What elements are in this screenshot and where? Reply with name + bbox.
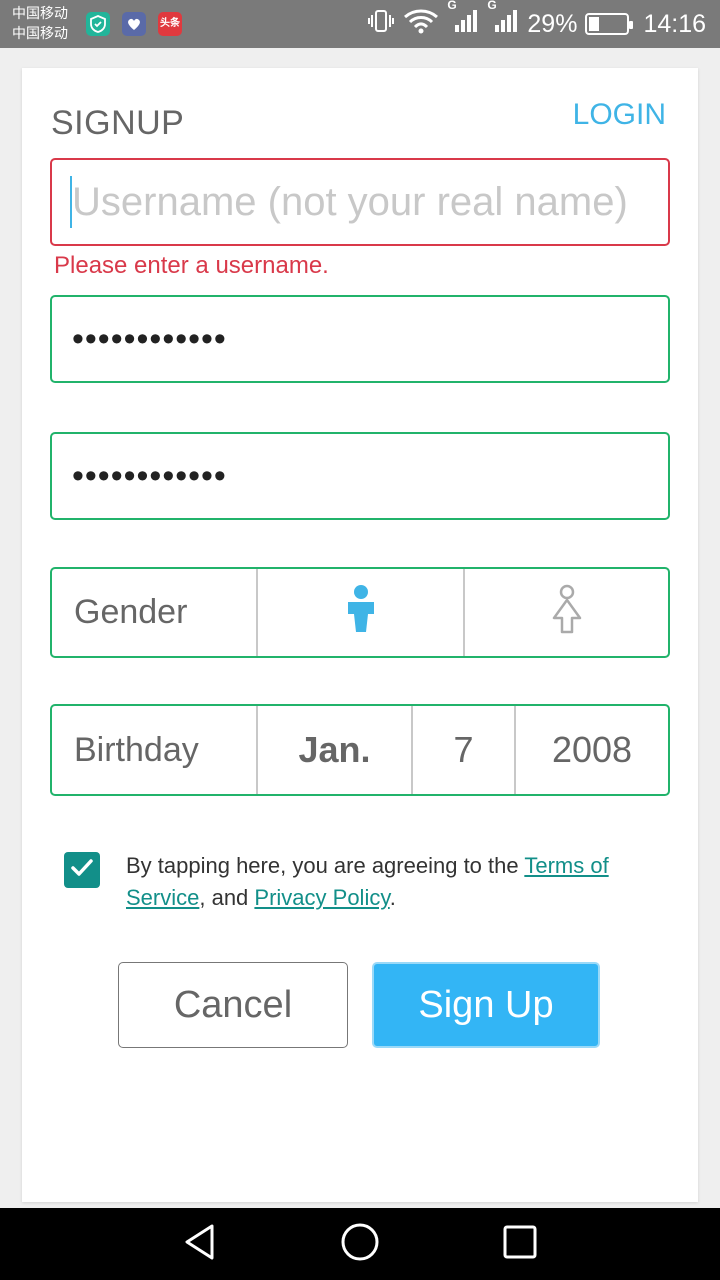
consent-text-middle: , and [199, 885, 255, 910]
carrier-name-1: 中国移动 [12, 6, 68, 22]
birthday-selector: Birthday Jan. 7 2008 [50, 704, 670, 796]
birthday-day[interactable]: 7 [413, 706, 516, 794]
home-button[interactable] [338, 1222, 382, 1266]
signal-label-2: G [487, 0, 497, 12]
username-error: Please enter a username. [54, 252, 329, 279]
birthday-year[interactable]: 2008 [516, 706, 668, 794]
home-icon [340, 1222, 380, 1267]
battery-percent: 29% [527, 9, 578, 38]
carrier-name-2: 中国移动 [12, 26, 68, 42]
privacy-link[interactable]: Privacy Policy [254, 885, 389, 910]
female-icon [550, 584, 584, 641]
health-icon [122, 12, 146, 36]
consent-checkbox[interactable] [64, 852, 100, 888]
signup-button[interactable]: Sign Up [372, 962, 600, 1048]
clock: 14:16 [643, 9, 706, 38]
consent-text-after: . [389, 885, 396, 910]
male-icon [346, 584, 376, 641]
consent-text: By tapping here, you are agreeing to the… [126, 850, 626, 914]
shield-icon [86, 12, 110, 36]
back-icon [182, 1223, 218, 1266]
cancel-button[interactable]: Cancel [118, 962, 348, 1048]
gender-option-male[interactable] [258, 569, 465, 656]
gender-option-female[interactable] [465, 569, 668, 656]
login-link[interactable]: LOGIN [573, 98, 666, 132]
text-cursor [70, 176, 72, 228]
gender-label: Gender [52, 569, 258, 656]
password-input[interactable] [52, 297, 668, 381]
navigation-bar [0, 1208, 720, 1280]
gender-selector: Gender [50, 567, 670, 658]
back-button[interactable] [178, 1222, 222, 1266]
username-field [50, 158, 670, 246]
wifi-icon [403, 8, 439, 41]
password-field [50, 295, 670, 383]
birthday-month[interactable]: Jan. [258, 706, 413, 794]
vibrate-icon [367, 8, 395, 41]
confirm-password-input[interactable] [52, 434, 668, 518]
birthday-label: Birthday [52, 706, 258, 794]
username-input[interactable] [52, 160, 668, 244]
recents-button[interactable] [498, 1222, 542, 1266]
news-icon: 头条 [158, 12, 182, 36]
status-indicators: G G 29% 14:16 [367, 0, 706, 48]
signup-card: SIGNUP LOGIN Please enter a username. Ge… [22, 68, 698, 1202]
status-bar: 中国移动 中国移动 头条 G G 29% 14:16 [0, 0, 720, 48]
consent-text-before: By tapping here, you are agreeing to the [126, 853, 525, 878]
carrier-info: 中国移动 中国移动 [12, 4, 68, 44]
checkmark-icon [68, 854, 96, 887]
battery-icon [585, 13, 634, 35]
recents-icon [502, 1224, 538, 1265]
signal-icon-1: G [447, 0, 479, 41]
signal-label-1: G [447, 0, 457, 12]
signal-icon-2: G [487, 0, 519, 41]
confirm-password-field [50, 432, 670, 520]
page-title: SIGNUP [51, 104, 185, 142]
